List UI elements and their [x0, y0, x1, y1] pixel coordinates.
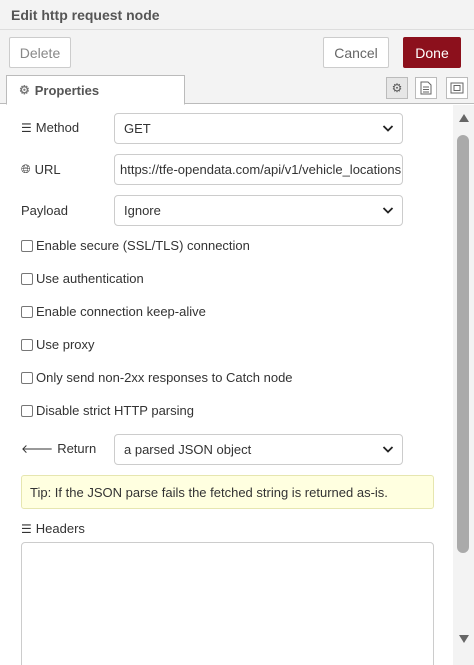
- headers-list[interactable]: [21, 542, 434, 665]
- gear-icon: ⚙: [391, 81, 403, 95]
- url-input[interactable]: https://tfe-opendata.com/api/v1/vehicle_…: [114, 154, 403, 185]
- dialog-title: Edit http request node: [11, 7, 160, 23]
- method-label-text: Method: [35, 120, 80, 135]
- scrollbar[interactable]: [453, 105, 474, 665]
- headers-label-text: Headers: [35, 521, 85, 536]
- tasks-icon: ☰: [21, 120, 32, 135]
- payload-value: Ignore: [124, 203, 161, 218]
- return-value: a parsed JSON object: [124, 442, 252, 457]
- non2xx-checkbox-row[interactable]: Only send non-2xx responses to Catch nod…: [21, 370, 293, 385]
- strict-parsing-checkbox-row[interactable]: Disable strict HTTP parsing: [21, 403, 194, 418]
- tab-properties[interactable]: ⚙ Properties: [6, 75, 185, 105]
- properties-panel: ☰ Method GET 🌐︎ URL https://tfe-opendata…: [0, 105, 452, 665]
- ssl-checkbox-label: Enable secure (SSL/TLS) connection: [36, 238, 250, 253]
- tabs-row: ⚙ Properties ⚙: [0, 74, 474, 105]
- tab-properties-label: Properties: [34, 82, 100, 98]
- method-select[interactable]: GET: [114, 113, 403, 144]
- auth-checkbox-label: Use authentication: [36, 271, 144, 286]
- payload-select[interactable]: Ignore: [114, 195, 403, 226]
- proxy-checkbox[interactable]: [21, 338, 33, 351]
- chevron-down-icon: [382, 125, 394, 132]
- cancel-button[interactable]: Cancel: [323, 37, 389, 68]
- headers-label: ☰ Headers: [21, 521, 85, 536]
- method-value: GET: [124, 121, 151, 136]
- scroll-up-arrow-icon[interactable]: [459, 114, 469, 122]
- keepalive-checkbox-label: Enable connection keep-alive: [36, 304, 206, 319]
- ssl-checkbox[interactable]: [21, 239, 33, 252]
- payload-label: Payload: [21, 203, 68, 218]
- auth-checkbox-row[interactable]: Use authentication: [21, 271, 144, 286]
- description-tab-icon[interactable]: [415, 77, 437, 99]
- settings-tab-icon[interactable]: ⚙: [386, 77, 408, 99]
- object-group-icon: [450, 82, 464, 94]
- file-text-icon: [420, 81, 432, 95]
- scroll-down-arrow-icon[interactable]: [459, 635, 469, 643]
- proxy-checkbox-row[interactable]: Use proxy: [21, 337, 95, 352]
- dialog-titlebar: Edit http request node: [0, 0, 474, 30]
- scrollbar-thumb[interactable]: [457, 135, 469, 553]
- dialog-toolbar: Delete Cancel Done: [0, 30, 474, 74]
- json-parse-tip: Tip: If the JSON parse fails the fetched…: [21, 475, 434, 509]
- url-label: 🌐︎ URL: [21, 162, 61, 177]
- chevron-down-icon: [382, 207, 394, 214]
- globe-icon: 🌐︎: [21, 162, 31, 176]
- chevron-down-icon: [382, 446, 394, 453]
- strict-parsing-checkbox[interactable]: [21, 404, 33, 417]
- list-icon: ☰: [21, 521, 32, 536]
- non2xx-checkbox[interactable]: [21, 371, 33, 384]
- keepalive-checkbox-row[interactable]: Enable connection keep-alive: [21, 304, 206, 319]
- strict-parsing-checkbox-label: Disable strict HTTP parsing: [36, 403, 194, 418]
- proxy-checkbox-label: Use proxy: [36, 337, 95, 352]
- done-button[interactable]: Done: [403, 37, 461, 68]
- return-label-text: Return: [57, 441, 97, 456]
- appearance-tab-icon[interactable]: [446, 77, 468, 99]
- return-select[interactable]: a parsed JSON object: [114, 434, 403, 465]
- ssl-checkbox-row[interactable]: Enable secure (SSL/TLS) connection: [21, 238, 250, 253]
- gear-icon: ⚙: [19, 83, 30, 97]
- arrow-left-icon: 🡐: [21, 442, 54, 456]
- url-label-text: URL: [34, 162, 61, 177]
- keepalive-checkbox[interactable]: [21, 305, 33, 318]
- return-label: 🡐 Return: [21, 441, 96, 456]
- auth-checkbox[interactable]: [21, 272, 33, 285]
- delete-button[interactable]: Delete: [9, 37, 71, 68]
- non2xx-checkbox-label: Only send non-2xx responses to Catch nod…: [36, 370, 293, 385]
- method-label: ☰ Method: [21, 120, 79, 135]
